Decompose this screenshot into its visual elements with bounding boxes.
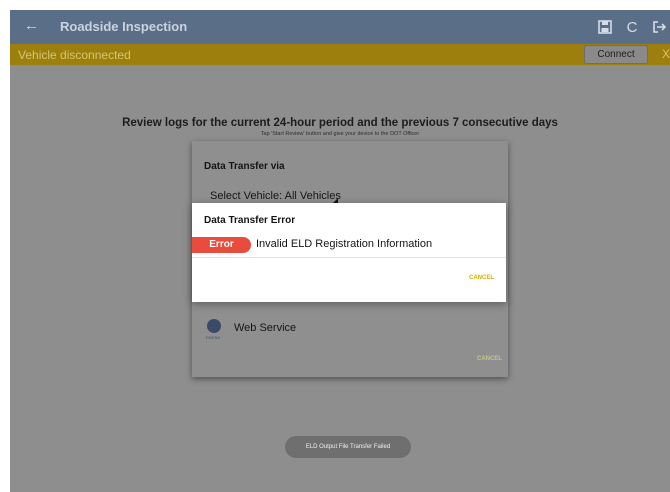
app-bar: ← Roadside Inspection C [10, 10, 670, 44]
divider [192, 257, 506, 258]
fmcsa-logo-icon [207, 319, 221, 333]
connection-status-bar: Vehicle disconnected Connect X [10, 44, 670, 65]
logout-icon[interactable] [650, 18, 668, 36]
arrow-back-icon[interactable]: ← [24, 17, 39, 34]
error-badge: Error [192, 237, 251, 253]
connect-button[interactable]: Connect [584, 45, 648, 64]
error-dialog: Data Transfer Error Error Invalid ELD Re… [192, 203, 506, 302]
web-service-option[interactable]: Web Service [234, 322, 296, 334]
app-screen: ← Roadside Inspection C Vehicle disconne… [10, 10, 670, 492]
select-vehicle-dropdown[interactable]: Select Vehicle: All Vehicles [210, 190, 341, 202]
toast-message: ELD Output File Transfer Failed [285, 436, 411, 458]
cancel-button[interactable]: CANCEL [477, 356, 502, 362]
review-title: Review logs for the current 24-hour peri… [122, 117, 558, 129]
error-dialog-title: Data Transfer Error [204, 215, 296, 226]
close-status-button[interactable]: X [662, 47, 670, 61]
fmcsa-logo-label: FMCSA [206, 335, 220, 340]
connection-status-text: Vehicle disconnected [18, 48, 131, 62]
error-message: Invalid ELD Registration Information [256, 238, 433, 250]
review-subtitle: Tap 'Start Review' button and give your … [260, 131, 420, 137]
refresh-icon[interactable]: C [623, 18, 641, 36]
save-icon[interactable] [596, 18, 614, 36]
error-cancel-button[interactable]: CANCEL [469, 275, 494, 281]
page-title: Roadside Inspection [60, 19, 188, 34]
data-transfer-title: Data Transfer via [204, 161, 285, 172]
